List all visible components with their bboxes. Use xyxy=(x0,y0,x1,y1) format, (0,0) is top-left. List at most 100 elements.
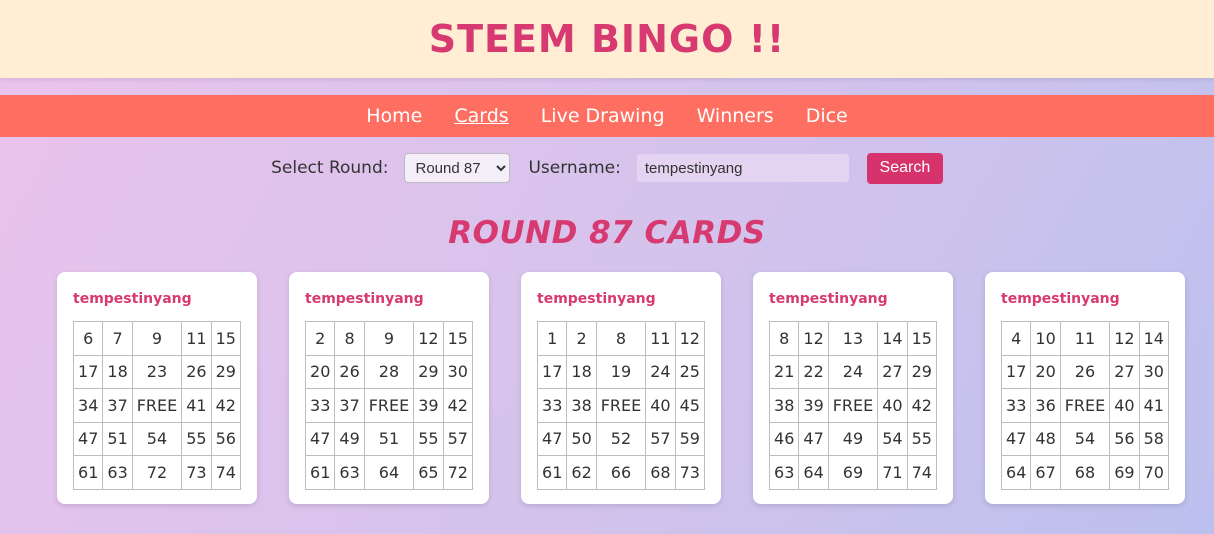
search-controls: Select Round: Round 87 Username: Search xyxy=(0,152,1214,184)
bingo-cell: 21 xyxy=(768,354,800,389)
bingo-cell: 38 xyxy=(768,388,800,423)
bingo-cell: 12 xyxy=(674,321,706,356)
site-title: STEEM BINGO !! xyxy=(428,17,786,61)
bingo-cell: 42 xyxy=(442,388,474,423)
bingo-cell: 11 xyxy=(645,321,676,356)
bingo-cell: 47 xyxy=(798,421,829,456)
bingo-row: 38 39 FREE 40 42 xyxy=(768,388,938,423)
bingo-cell: 48 xyxy=(1030,421,1061,456)
username-label: Username: xyxy=(528,158,621,178)
bingo-cell: 11 xyxy=(181,321,212,356)
bingo-cell: 30 xyxy=(442,354,474,389)
bingo-cell: 17 xyxy=(72,354,104,389)
bingo-cell: 37 xyxy=(334,388,365,423)
bingo-cell: 38 xyxy=(566,388,597,423)
bingo-row: 17 18 19 24 25 xyxy=(536,354,706,389)
bingo-cell: 12 xyxy=(798,321,829,356)
card-username: tempestinyang xyxy=(1001,291,1120,307)
bingo-cell: 40 xyxy=(645,388,676,423)
bingo-grid: 2 8 9 12 15 20 26 28 29 30 33 37 FREE 39 42 47 49 51 55 57 6… xyxy=(304,321,474,490)
bingo-row: 17 18 23 26 29 xyxy=(72,354,242,389)
bingo-cell: 47 xyxy=(536,421,568,456)
bingo-cell: 10 xyxy=(1030,321,1061,356)
bingo-cell: 42 xyxy=(210,388,242,423)
site-header: STEEM BINGO !! xyxy=(0,0,1214,78)
bingo-cell: 6 xyxy=(72,321,104,356)
bingo-cell: 36 xyxy=(1030,388,1061,423)
bingo-cell: 15 xyxy=(210,321,242,356)
bingo-cell: 49 xyxy=(334,421,365,456)
bingo-free-cell: FREE xyxy=(1059,388,1111,423)
bingo-row: 2 8 9 12 15 xyxy=(304,321,474,356)
bingo-row: 47 51 54 55 56 xyxy=(72,421,242,456)
bingo-cell: 55 xyxy=(906,421,938,456)
bingo-row: 34 37 FREE 41 42 xyxy=(72,388,242,423)
bingo-cell: 39 xyxy=(413,388,444,423)
bingo-cell: 73 xyxy=(674,455,706,490)
bingo-card: tempestinyang 2 8 9 12 15 20 26 28 29 30 33 37 FREE 39… xyxy=(289,272,489,504)
bingo-cell: 9 xyxy=(131,321,183,356)
bingo-card: tempestinyang 8 12 13 14 15 21 22 24 27 29 38 39 FREE… xyxy=(753,272,953,504)
bingo-cell: 13 xyxy=(827,321,879,356)
bingo-free-cell: FREE xyxy=(363,388,415,423)
bingo-cell: 74 xyxy=(906,455,938,490)
bingo-free-cell: FREE xyxy=(827,388,879,423)
card-username: tempestinyang xyxy=(305,291,424,307)
nav-winners[interactable]: Winners xyxy=(697,105,774,127)
bingo-cell: 47 xyxy=(72,421,104,456)
bingo-cell: 62 xyxy=(566,455,597,490)
bingo-cell: 40 xyxy=(877,388,908,423)
round-heading: ROUND 87 CARDS xyxy=(448,215,766,251)
username-input[interactable] xyxy=(636,154,849,182)
search-button[interactable]: Search xyxy=(866,152,943,184)
bingo-cell: 27 xyxy=(1109,354,1140,389)
bingo-cell: 45 xyxy=(674,388,706,423)
bingo-row: 61 63 64 65 72 xyxy=(304,455,474,490)
bingo-cell: 64 xyxy=(363,455,415,490)
bingo-cell: 8 xyxy=(595,321,647,356)
round-select[interactable]: Round 87 xyxy=(404,153,511,183)
nav-live-drawing[interactable]: Live Drawing xyxy=(541,105,665,127)
bingo-cell: 49 xyxy=(827,421,879,456)
bingo-cell: 12 xyxy=(1109,321,1140,356)
bingo-cell: 72 xyxy=(131,455,183,490)
nav-dice[interactable]: Dice xyxy=(806,105,848,127)
bingo-card: tempestinyang 6 7 9 11 15 17 18 23 26 29 34 37 FREE 41… xyxy=(57,272,257,504)
bingo-cell: 4 xyxy=(1000,321,1032,356)
bingo-cell: 29 xyxy=(210,354,242,389)
bingo-cell: 15 xyxy=(442,321,474,356)
bingo-card: tempestinyang 4 10 11 12 14 17 20 26 27 30 33 36 FREE… xyxy=(985,272,1185,504)
bingo-cell: 39 xyxy=(798,388,829,423)
card-username: tempestinyang xyxy=(73,291,192,307)
bingo-row: 47 49 51 55 57 xyxy=(304,421,474,456)
bingo-cell: 70 xyxy=(1138,455,1170,490)
nav-home[interactable]: Home xyxy=(366,105,422,127)
bingo-row: 47 48 54 56 58 xyxy=(1000,421,1170,456)
bingo-cell: 8 xyxy=(768,321,800,356)
bingo-cell: 15 xyxy=(906,321,938,356)
bingo-row: 20 26 28 29 30 xyxy=(304,354,474,389)
bingo-cell: 59 xyxy=(674,421,706,456)
bingo-cell: 1 xyxy=(536,321,568,356)
bingo-cell: 2 xyxy=(566,321,597,356)
card-username: tempestinyang xyxy=(537,291,656,307)
bingo-cell: 29 xyxy=(906,354,938,389)
bingo-cell: 69 xyxy=(827,455,879,490)
bingo-cell: 24 xyxy=(827,354,879,389)
bingo-row: 6 7 9 11 15 xyxy=(72,321,242,356)
bingo-row: 33 38 FREE 40 45 xyxy=(536,388,706,423)
bingo-cell: 34 xyxy=(72,388,104,423)
bingo-cell: 26 xyxy=(181,354,212,389)
bingo-cell: 56 xyxy=(1109,421,1140,456)
nav-cards[interactable]: Cards xyxy=(454,105,508,127)
bingo-cell: 12 xyxy=(413,321,444,356)
bingo-cell: 41 xyxy=(181,388,212,423)
bingo-grid: 4 10 11 12 14 17 20 26 27 30 33 36 FREE 40 41 47 48 54 56 5… xyxy=(1000,321,1170,490)
bingo-cell: 55 xyxy=(181,421,212,456)
bingo-cell: 41 xyxy=(1138,388,1170,423)
bingo-cell: 8 xyxy=(334,321,365,356)
bingo-row: 17 20 26 27 30 xyxy=(1000,354,1170,389)
bingo-grid: 6 7 9 11 15 17 18 23 26 29 34 37 FREE 41 42 47 51 54 55 56 6… xyxy=(72,321,242,490)
bingo-cell: 51 xyxy=(102,421,133,456)
bingo-cell: 28 xyxy=(363,354,415,389)
